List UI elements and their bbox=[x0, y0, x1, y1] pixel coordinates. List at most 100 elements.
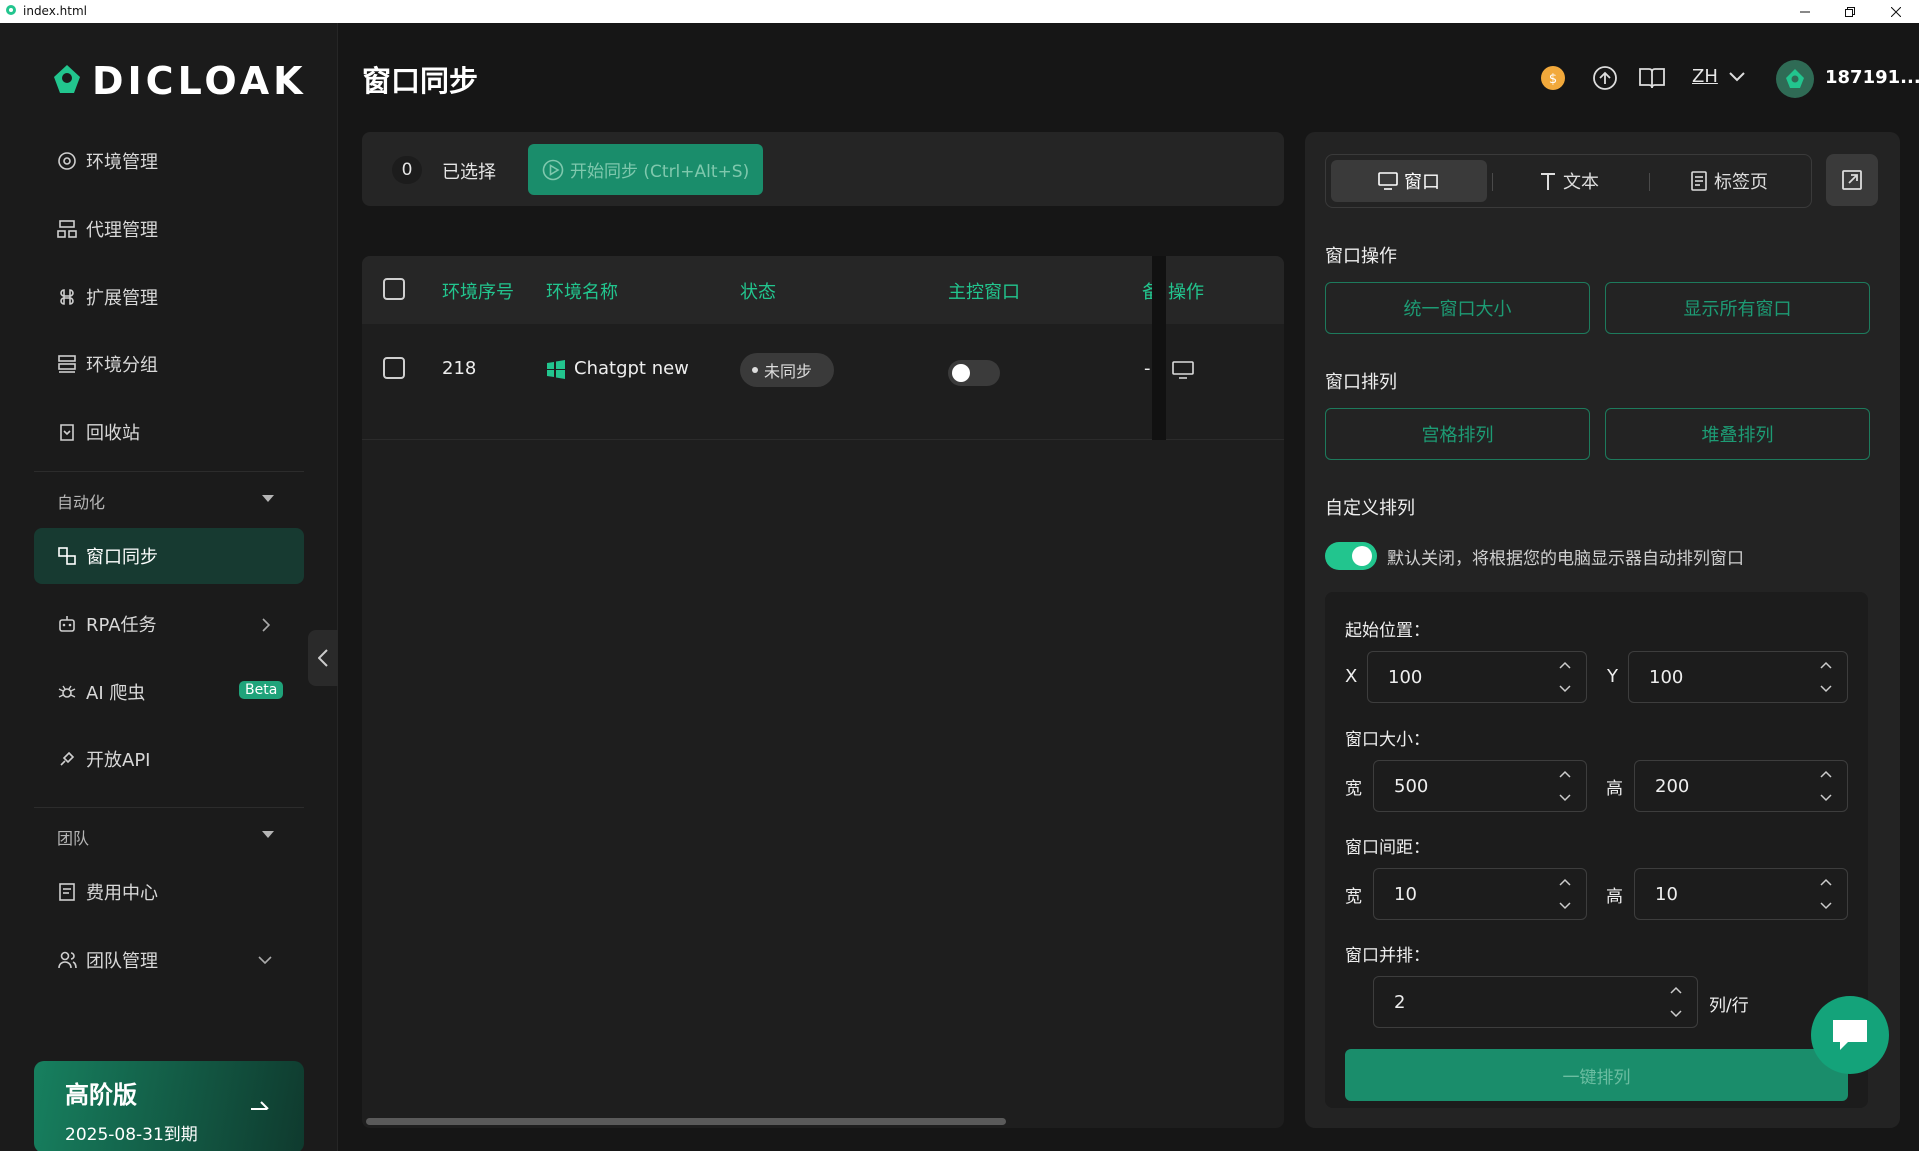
selected-label: 已选择 bbox=[442, 162, 496, 183]
page-title: 窗口同步 bbox=[362, 64, 479, 98]
selection-toolbar: 0 已选择 开始同步 (Ctrl+Alt+S) bbox=[362, 132, 1284, 206]
start-sync-label: 开始同步 (Ctrl+Alt+S) bbox=[570, 162, 750, 182]
caret-down-icon[interactable] bbox=[262, 831, 274, 839]
column-header[interactable]: 状态 bbox=[740, 278, 776, 304]
plan-name: 高阶版 bbox=[65, 1081, 137, 1109]
extension-icon bbox=[56, 286, 78, 308]
status-dot bbox=[752, 367, 758, 373]
columns-label: 窗口并排： bbox=[1345, 946, 1430, 966]
section-automation[interactable]: 自动化 bbox=[57, 489, 105, 513]
brand-name: DICLOAK bbox=[92, 59, 307, 103]
stack-arrange-button[interactable]: 堆叠排列 bbox=[1605, 408, 1870, 460]
plan-card[interactable]: 高阶版 2025-08-31到期 bbox=[34, 1061, 304, 1151]
upload-icon[interactable] bbox=[1592, 65, 1618, 91]
monitor-icon[interactable] bbox=[1172, 360, 1194, 380]
sidebar-item-open-api[interactable]: 开放API bbox=[34, 731, 304, 787]
column-header[interactable]: 主控窗口 bbox=[948, 278, 1020, 304]
sidebar-item-proxy[interactable]: 代理管理 bbox=[34, 201, 304, 257]
restore-button[interactable] bbox=[1827, 0, 1873, 23]
stepper-icon[interactable] bbox=[1558, 875, 1572, 913]
tab-window[interactable]: 窗口 bbox=[1331, 160, 1487, 202]
popout-button[interactable] bbox=[1826, 154, 1878, 206]
y-input[interactable]: 100 bbox=[1628, 651, 1848, 703]
sidebar-item-recycle[interactable]: 回收站 bbox=[34, 404, 304, 460]
user-name[interactable]: 187191... bbox=[1825, 67, 1919, 88]
chat-icon bbox=[1833, 1020, 1867, 1050]
columns-input[interactable]: 2 bbox=[1373, 976, 1698, 1028]
play-icon bbox=[542, 159, 564, 181]
selected-count: 0 bbox=[392, 156, 422, 184]
caret-down-icon[interactable] bbox=[262, 495, 274, 503]
y-value: 100 bbox=[1649, 666, 1684, 688]
status-badge: 未同步 bbox=[740, 353, 834, 387]
stepper-icon[interactable] bbox=[1819, 767, 1833, 805]
chevron-down-icon[interactable] bbox=[1729, 72, 1745, 82]
sidebar-item-groups[interactable]: 环境分组 bbox=[34, 336, 304, 392]
chat-support-button[interactable] bbox=[1811, 996, 1889, 1074]
column-header[interactable]: 操作 bbox=[1168, 278, 1204, 304]
master-window-toggle[interactable] bbox=[948, 360, 1000, 386]
coin-icon[interactable]: $ bbox=[1538, 62, 1568, 92]
sidebar-item-label: 环境管理 bbox=[86, 152, 158, 173]
table-row[interactable]: 218 Chatgpt new 未同步 - bbox=[362, 324, 1284, 440]
custom-arrange-label: 自定义排列 bbox=[1325, 498, 1415, 519]
section-team[interactable]: 团队 bbox=[57, 825, 89, 849]
width-input[interactable]: 500 bbox=[1373, 760, 1587, 812]
avatar[interactable] bbox=[1776, 60, 1814, 98]
custom-arrange-form: 起始位置： X 100 Y 100 窗口大小： 宽 500 高 200 窗口间距… bbox=[1325, 592, 1868, 1108]
gap-height-input[interactable]: 10 bbox=[1634, 868, 1848, 920]
sidebar-item-label: 回收站 bbox=[86, 423, 140, 444]
stepper-icon[interactable] bbox=[1819, 658, 1833, 696]
sidebar-item-team[interactable]: 团队管理 bbox=[34, 932, 304, 988]
billing-icon bbox=[56, 881, 78, 903]
stepper-icon[interactable] bbox=[1558, 767, 1572, 805]
close-button[interactable] bbox=[1873, 0, 1919, 23]
column-header[interactable]: 备 bbox=[1142, 278, 1152, 304]
team-icon bbox=[56, 949, 78, 971]
row-checkbox[interactable] bbox=[383, 357, 405, 379]
stepper-icon[interactable] bbox=[1669, 983, 1683, 1021]
sidebar-item-billing[interactable]: 费用中心 bbox=[34, 864, 304, 920]
custom-arrange-toggle[interactable] bbox=[1325, 542, 1377, 570]
chevron-down-icon bbox=[258, 956, 272, 964]
x-value: 100 bbox=[1388, 666, 1423, 688]
trash-icon bbox=[56, 421, 78, 443]
sidebar-item-label: 费用中心 bbox=[86, 883, 158, 904]
sidebar-item-ai-crawler[interactable]: AI 爬虫 Beta bbox=[34, 664, 304, 720]
sidebar: DICLOAK 环境管理 代理管理 扩展管理 环境分组 回收站 自动化 窗口同步… bbox=[0, 23, 338, 1151]
sticky-column-shadow bbox=[1152, 256, 1166, 440]
columns-value: 2 bbox=[1394, 991, 1406, 1013]
tab-text[interactable]: 文本 bbox=[1491, 160, 1647, 202]
env-name[interactable]: Chatgpt new bbox=[546, 358, 689, 379]
minimize-button[interactable] bbox=[1782, 0, 1828, 23]
tab-tabs[interactable]: 标签页 bbox=[1651, 160, 1807, 202]
sidebar-item-rpa[interactable]: RPA任务 bbox=[34, 596, 304, 652]
language-selector[interactable]: ZH bbox=[1692, 66, 1718, 87]
sync-settings-panel: 窗口 文本 标签页 窗口操作 统一窗口大小 显示所有窗口 窗口排列 宫格排列 堆… bbox=[1305, 132, 1900, 1128]
stepper-icon[interactable] bbox=[1819, 875, 1833, 913]
sidebar-item-extensions[interactable]: 扩展管理 bbox=[34, 269, 304, 325]
docs-icon[interactable] bbox=[1638, 66, 1666, 90]
unify-size-button[interactable]: 统一窗口大小 bbox=[1325, 282, 1590, 334]
sidebar-item-label: RPA任务 bbox=[86, 615, 157, 636]
start-sync-button[interactable]: 开始同步 (Ctrl+Alt+S) bbox=[528, 144, 763, 195]
height-input[interactable]: 200 bbox=[1634, 760, 1848, 812]
svg-text:$: $ bbox=[1549, 72, 1557, 87]
show-all-windows-button[interactable]: 显示所有窗口 bbox=[1605, 282, 1870, 334]
gap-width-input[interactable]: 10 bbox=[1373, 868, 1587, 920]
column-header[interactable]: 环境序号 bbox=[442, 278, 514, 304]
stepper-icon[interactable] bbox=[1558, 658, 1572, 696]
sidebar-item-environments[interactable]: 环境管理 bbox=[34, 133, 304, 189]
grid-arrange-button[interactable]: 宫格排列 bbox=[1325, 408, 1590, 460]
collapse-sidebar-button[interactable] bbox=[308, 630, 338, 686]
sidebar-item-window-sync[interactable]: 窗口同步 bbox=[34, 528, 304, 584]
gap-height-label: 高 bbox=[1606, 887, 1623, 907]
x-input[interactable]: 100 bbox=[1367, 651, 1587, 703]
horizontal-scrollbar[interactable] bbox=[366, 1118, 1006, 1125]
column-header[interactable]: 环境名称 bbox=[546, 278, 618, 304]
apply-arrange-button[interactable]: 一键排列 bbox=[1345, 1049, 1848, 1101]
windows-icon bbox=[546, 359, 566, 379]
columns-unit: 列/行 bbox=[1709, 996, 1749, 1016]
select-all-checkbox[interactable] bbox=[383, 278, 405, 300]
group-icon bbox=[56, 353, 78, 375]
